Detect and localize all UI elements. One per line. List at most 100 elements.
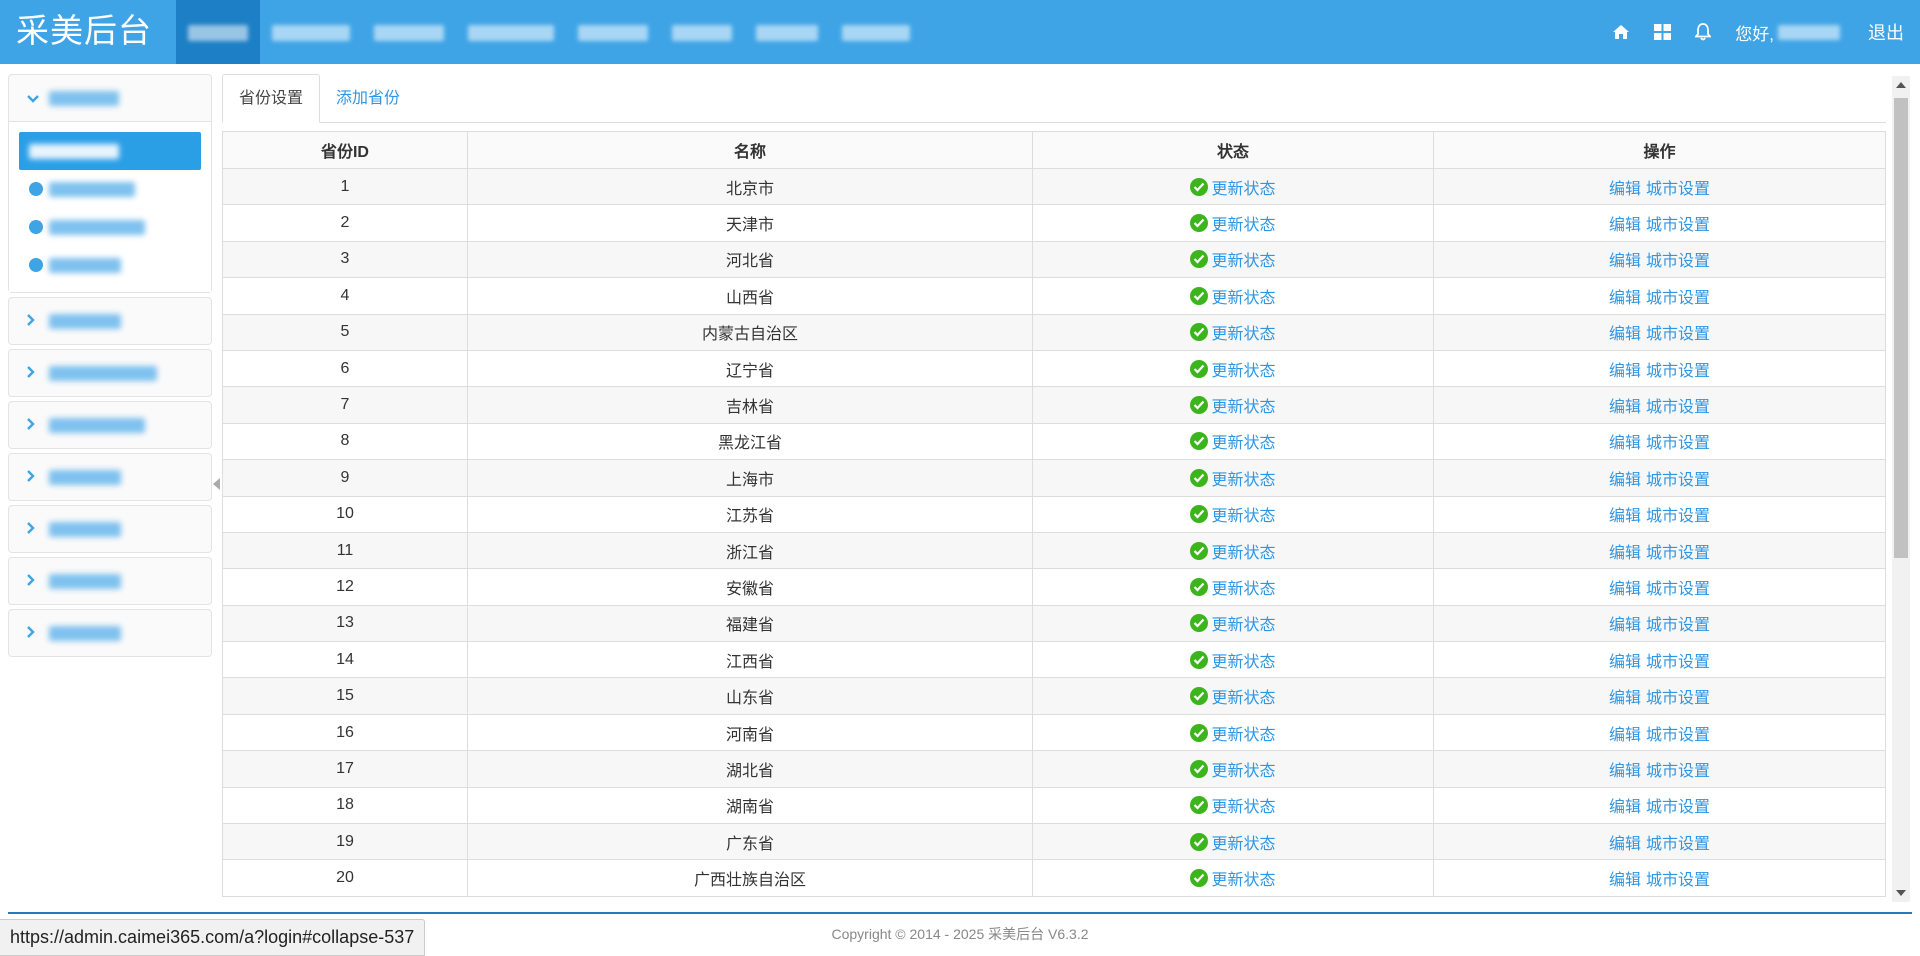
edit-link[interactable]: 编辑	[1609, 617, 1641, 634]
update-status-link[interactable]: 更新状态	[1190, 539, 1276, 563]
update-status-link[interactable]: 更新状态	[1190, 757, 1276, 781]
sidebar-group[interactable]	[8, 297, 212, 345]
check-circle-icon	[1190, 687, 1209, 706]
nav-item-6[interactable]	[660, 0, 744, 64]
home-icon[interactable]	[1607, 0, 1635, 64]
update-status-link[interactable]: 更新状态	[1190, 866, 1276, 890]
update-status-link[interactable]: 更新状态	[1190, 648, 1276, 672]
province-id: 15	[222, 677, 468, 715]
update-status-link[interactable]: 更新状态	[1190, 611, 1276, 635]
nav-item-3[interactable]	[362, 0, 456, 64]
update-status-link[interactable]: 更新状态	[1190, 211, 1276, 235]
update-status-link[interactable]: 更新状态	[1190, 684, 1276, 708]
grid-icon[interactable]	[1648, 0, 1676, 64]
edit-link[interactable]: 编辑	[1609, 727, 1641, 744]
edit-link[interactable]: 编辑	[1609, 290, 1641, 307]
city-settings-link[interactable]: 城市设置	[1646, 654, 1710, 671]
province-name: 内蒙古自治区	[467, 313, 1033, 351]
update-status-link[interactable]: 更新状态	[1190, 575, 1276, 599]
city-settings-link[interactable]: 城市设置	[1646, 617, 1710, 634]
sidebar-group[interactable]	[8, 505, 212, 553]
edit-link[interactable]: 编辑	[1609, 508, 1641, 525]
sidebar-submenu	[9, 121, 211, 292]
sidebar-subitem[interactable]	[19, 170, 201, 208]
city-settings-link[interactable]: 城市设置	[1646, 545, 1710, 562]
nav-item-5[interactable]	[566, 0, 660, 64]
edit-link[interactable]: 编辑	[1609, 799, 1641, 816]
sidebar-group[interactable]	[8, 401, 212, 449]
edit-link[interactable]: 编辑	[1609, 217, 1641, 234]
city-settings-link[interactable]: 城市设置	[1646, 472, 1710, 489]
update-status-link[interactable]: 更新状态	[1190, 284, 1276, 308]
city-settings-link[interactable]: 城市设置	[1646, 290, 1710, 307]
sidebar-group[interactable]	[8, 453, 212, 501]
city-settings-link[interactable]: 城市设置	[1646, 872, 1710, 889]
city-settings-link[interactable]: 城市设置	[1646, 363, 1710, 380]
bell-icon[interactable]	[1689, 0, 1717, 64]
brand-logo[interactable]: 采美后台	[16, 0, 152, 64]
edit-link[interactable]: 编辑	[1609, 326, 1641, 343]
update-status-link[interactable]: 更新状态	[1190, 721, 1276, 745]
user-greeting[interactable]: 您好,	[1735, 20, 1840, 45]
tab-province-settings[interactable]: 省份设置	[222, 74, 321, 123]
scroll-down-arrow[interactable]	[1896, 890, 1906, 896]
scroll-up-arrow[interactable]	[1896, 82, 1906, 88]
sidebar-group-header[interactable]	[9, 75, 211, 121]
nav-item-4[interactable]	[456, 0, 566, 64]
edit-link[interactable]: 编辑	[1609, 836, 1641, 853]
sidebar-subitem[interactable]	[19, 208, 201, 246]
edit-link[interactable]: 编辑	[1609, 472, 1641, 489]
sidebar-group[interactable]	[8, 609, 212, 657]
nav-item-home[interactable]	[176, 0, 260, 64]
city-settings-link[interactable]: 城市设置	[1646, 508, 1710, 525]
city-settings-link[interactable]: 城市设置	[1646, 181, 1710, 198]
city-settings-link[interactable]: 城市设置	[1646, 763, 1710, 780]
city-settings-link[interactable]: 城市设置	[1646, 836, 1710, 853]
update-status-link[interactable]: 更新状态	[1190, 502, 1276, 526]
update-status-link[interactable]: 更新状态	[1190, 429, 1276, 453]
update-status-link[interactable]: 更新状态	[1190, 793, 1276, 817]
edit-link[interactable]: 编辑	[1609, 363, 1641, 380]
vertical-scrollbar[interactable]	[1892, 76, 1910, 902]
edit-link[interactable]: 编辑	[1609, 253, 1641, 270]
city-settings-link[interactable]: 城市设置	[1646, 581, 1710, 598]
edit-link[interactable]: 编辑	[1609, 581, 1641, 598]
city-settings-link[interactable]: 城市设置	[1646, 799, 1710, 816]
city-settings-link[interactable]: 城市设置	[1646, 217, 1710, 234]
sidebar-group[interactable]	[8, 557, 212, 605]
edit-link[interactable]: 编辑	[1609, 181, 1641, 198]
update-status-link[interactable]: 更新状态	[1190, 175, 1276, 199]
tab-add-province[interactable]: 添加省份	[320, 75, 416, 122]
chevron-right-icon	[27, 521, 43, 537]
sidebar-subitem[interactable]	[19, 246, 201, 284]
update-status-label: 更新状态	[1211, 217, 1276, 235]
update-status-link[interactable]: 更新状态	[1190, 320, 1276, 344]
update-status-link[interactable]: 更新状态	[1190, 393, 1276, 417]
sidebar-subitem-active[interactable]	[19, 132, 201, 170]
scroll-thumb[interactable]	[1894, 98, 1908, 558]
edit-link[interactable]: 编辑	[1609, 545, 1641, 562]
city-settings-link[interactable]: 城市设置	[1646, 326, 1710, 343]
update-status-link[interactable]: 更新状态	[1190, 466, 1276, 490]
sidebar-collapse-toggle[interactable]	[213, 478, 220, 490]
nav-item-2[interactable]	[260, 0, 362, 64]
edit-link[interactable]: 编辑	[1609, 763, 1641, 780]
update-status-link[interactable]: 更新状态	[1190, 247, 1276, 271]
city-settings-link[interactable]: 城市设置	[1646, 690, 1710, 707]
logout-link[interactable]: 退出	[1868, 19, 1904, 45]
edit-link[interactable]: 编辑	[1609, 872, 1641, 889]
city-settings-link[interactable]: 城市设置	[1646, 253, 1710, 270]
sidebar-group[interactable]	[8, 349, 212, 397]
city-settings-link[interactable]: 城市设置	[1646, 399, 1710, 416]
edit-link[interactable]: 编辑	[1609, 435, 1641, 452]
update-status-link[interactable]: 更新状态	[1190, 357, 1276, 381]
nav-item-8[interactable]	[830, 0, 922, 64]
update-status-link[interactable]: 更新状态	[1190, 830, 1276, 854]
nav-item-7[interactable]	[744, 0, 830, 64]
edit-link[interactable]: 编辑	[1609, 690, 1641, 707]
edit-link[interactable]: 编辑	[1609, 654, 1641, 671]
city-settings-link[interactable]: 城市设置	[1646, 435, 1710, 452]
city-settings-link[interactable]: 城市设置	[1646, 727, 1710, 744]
table-row: 6 辽宁省 更新状态 编辑 城市设置	[222, 349, 1886, 388]
edit-link[interactable]: 编辑	[1609, 399, 1641, 416]
